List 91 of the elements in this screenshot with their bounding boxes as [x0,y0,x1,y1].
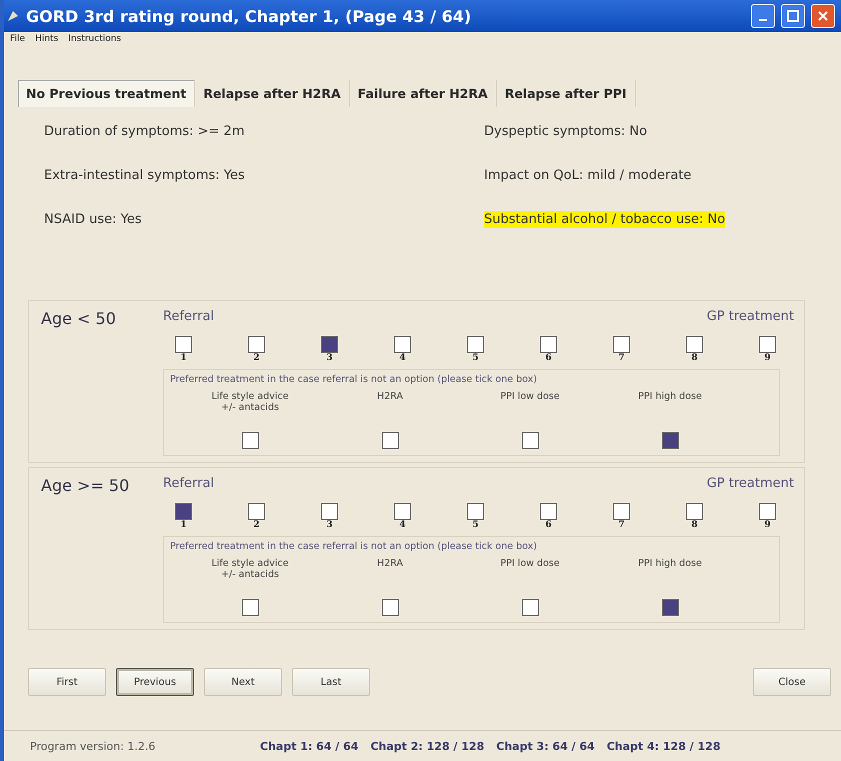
treatment-option-label: Life style advice +/- antacids [211,391,289,413]
menu-item[interactable]: Hints [35,34,58,44]
treatment-option-label: PPI high dose [638,391,702,402]
close-dialog-button[interactable]: Close [753,668,831,696]
treatment-option-label: H2RA [377,391,403,402]
rating-number: 4 [399,520,406,530]
treatment-checkbox[interactable] [522,599,538,616]
rating-checkbox[interactable] [686,503,703,520]
scale-left-label: Referral [163,476,214,491]
version-text: Program version: 1.2.6 [30,740,156,752]
rating-checkbox[interactable] [175,336,192,353]
rating-number: 9 [764,520,771,530]
nav-button[interactable]: First [28,668,106,696]
treatment-checkbox[interactable] [522,432,538,449]
rating-checkbox[interactable] [321,336,338,353]
age-label: Age < 50 [41,309,117,330]
treatment-option-label: Life style advice +/- antacids [211,558,289,580]
nav-button[interactable]: Last [292,668,370,696]
tab[interactable]: No Previous treatment [18,80,196,107]
tab[interactable]: Relapse after PPI [496,80,636,107]
rating-checkbox[interactable] [394,336,411,353]
minimize-button[interactable] [751,4,775,28]
rating-checkbox[interactable] [394,503,411,520]
rating-checkbox[interactable] [759,503,776,520]
rating-number: 3 [326,353,333,363]
rating-number: 2 [253,520,260,530]
age-label: Age >= 50 [41,476,130,497]
criterion-text: Extra-intestinal symptoms: Yes [44,167,245,184]
rating-number: 4 [399,353,406,363]
rating-number: 7 [618,353,625,363]
rating-number: 5 [472,520,479,530]
rating-checkbox[interactable] [248,336,265,353]
rating-number: 7 [618,520,625,530]
criterion-text: Substantial alcohol / tobacco use: No [484,211,726,228]
criterion-text: Duration of symptoms: >= 2m [44,123,244,140]
nav-button[interactable]: Previous [116,668,194,696]
criterion-text: Impact on QoL: mild / moderate [484,167,692,184]
preferred-treatment-prompt: Preferred treatment in the case referral is not an option (please tick one box) [170,541,538,552]
treatment-checkbox[interactable] [242,432,258,449]
close-button[interactable] [811,4,835,28]
rating-checkbox[interactable] [321,503,338,520]
treatment-checkbox[interactable] [242,599,258,616]
scale-right-label: GP treatment [706,476,794,491]
menu-item[interactable]: File [10,34,26,44]
rating-number: 5 [472,353,479,363]
close-icon [817,10,829,22]
scale-left-label: Referral [163,309,214,324]
preferred-treatment-prompt: Preferred treatment in the case referral is not an option (please tick one box) [170,374,538,385]
treatment-checkbox[interactable] [382,599,398,616]
criterion-text: NSAID use: Yes [44,211,142,228]
maximize-icon [787,10,799,22]
rating-number: 8 [691,520,698,530]
menu-item[interactable]: Instructions [68,34,122,44]
maximize-button[interactable] [781,4,805,28]
rating-checkbox[interactable] [613,336,630,353]
rating-checkbox[interactable] [540,336,557,353]
treatment-checkbox[interactable] [382,432,398,449]
rating-checkbox[interactable] [759,336,776,353]
treatment-checkbox[interactable] [662,432,678,449]
rating-number: 6 [545,520,552,530]
nav-button[interactable]: Next [204,668,282,696]
rating-number: 8 [691,353,698,363]
rating-number: 2 [253,353,260,363]
chapter-progress: Chapt 2: 128 / 128 [370,740,484,752]
rating-checkbox[interactable] [248,503,265,520]
rating-checkbox[interactable] [540,503,557,520]
rating-checkbox[interactable] [467,336,484,353]
app-icon [6,9,20,23]
rating-number: 3 [326,520,333,530]
rating-checkbox[interactable] [467,503,484,520]
treatment-option-label: PPI high dose [638,558,702,569]
window-title: GORD 3rd rating round, Chapter 1, (Page 43 / 64) [26,6,472,26]
treatment-option-label: PPI low dose [500,558,560,569]
chapter-progress: Chapt 3: 64 / 64 [496,740,595,752]
rating-number: 9 [764,353,771,363]
chapter-progress: Chapt 4: 128 / 128 [606,740,720,752]
treatment-option-label: H2RA [377,558,403,569]
rating-number: 1 [180,353,187,363]
tab[interactable]: Failure after H2RA [350,80,497,107]
rating-checkbox[interactable] [175,503,192,520]
criterion-text: Dyspeptic symptoms: No [484,123,648,140]
treatment-checkbox[interactable] [662,599,678,616]
chapter-progress: Chapt 1: 64 / 64 [260,740,358,752]
minimize-icon [759,19,767,21]
treatment-option-label: PPI low dose [500,391,560,402]
scale-right-label: GP treatment [706,309,794,324]
tab[interactable]: Relapse after H2RA [195,80,350,107]
rating-number: 1 [180,520,187,530]
rating-number: 6 [545,353,552,363]
rating-checkbox[interactable] [613,503,630,520]
rating-checkbox[interactable] [686,336,703,353]
